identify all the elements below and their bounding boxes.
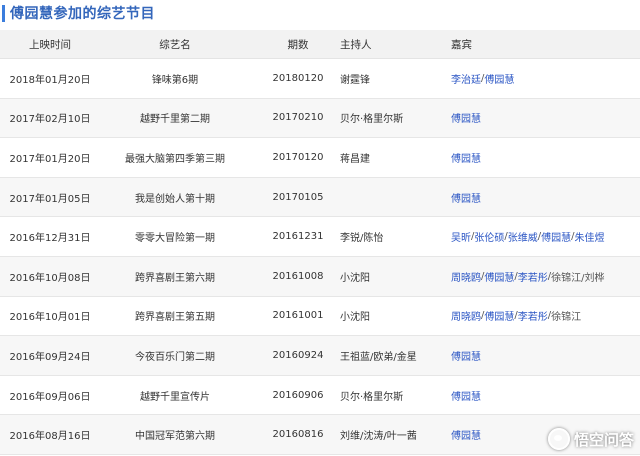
guest-link[interactable]: 傅园慧 [451, 427, 481, 442]
cell-host: 贝尔·格里尔斯 [340, 114, 404, 126]
header-host: 主持人 [340, 38, 372, 51]
cell-host: 王祖蓝/欧弟/金星 [340, 351, 417, 363]
guest-link[interactable]: 傅园慧 [484, 308, 514, 323]
table-row: 2017年01月05日 我是创始人第十期 20170105 傅园慧 [0, 177, 640, 218]
cell-guests: 李治廷 / 傅园慧 [451, 59, 640, 98]
cell-host: 谢霆锋 [340, 74, 370, 86]
cell-host: 贝尔·格里尔斯 [340, 391, 404, 403]
guest-link[interactable]: 李若彤 [518, 269, 548, 284]
table-body: 2018年01月20日 锋味第6期 20180120 谢霆锋 李治廷 / 傅园慧 2017年0… [0, 59, 640, 455]
cell-episode: 20160924 [272, 349, 324, 361]
cell-episode: 20161001 [272, 310, 324, 322]
cell-date: 2016年12月31日 [9, 233, 91, 245]
cell-episode: 20170210 [272, 112, 324, 124]
cell-episode: 20170105 [272, 191, 324, 203]
guest-link[interactable]: 傅园慧 [451, 150, 481, 165]
guest-link[interactable]: 李治廷 [451, 71, 481, 86]
cell-date: 2018年01月20日 [9, 74, 91, 86]
cell-guests: 傅园慧 [451, 336, 640, 375]
cell-episode: 20180120 [272, 72, 324, 84]
cell-date: 2016年08月16日 [9, 431, 91, 443]
cell-date: 2016年09月06日 [9, 391, 91, 403]
guest-link[interactable]: 傅园慧 [451, 110, 481, 125]
cell-show: 零零大冒险第一期 [135, 233, 215, 245]
guest-link[interactable]: 傅园慧 [451, 190, 481, 205]
table-row: 2016年10月01日 跨界喜剧王第五期 20161001 小沈阳 周晓鸥 / 傅园慧 / 李若… [0, 297, 640, 337]
cell-host [340, 178, 440, 217]
cell-guests: 周晓鸥 / 傅园慧 / 李若彤 / 徐锦江/刘桦 [451, 257, 640, 296]
cell-host: 蒋昌建 [340, 153, 370, 165]
table-row: 2016年09月06日 越野千里宣传片 20160906 贝尔·格里尔斯 傅园慧 [0, 376, 640, 416]
guest-link[interactable]: 吴昕 [451, 229, 471, 244]
table-row: 2016年10月08日 跨界喜剧王第六期 20161008 小沈阳 周晓鸥 / 傅园慧 / 李若… [0, 256, 640, 297]
cell-show: 越野千里宣传片 [140, 391, 210, 403]
table-row: 2017年02月10日 越野千里第二期 20170210 贝尔·格里尔斯 傅园慧 [0, 98, 640, 139]
page-title: 傅园慧参加的综艺节目 [10, 6, 155, 22]
table-row: 2016年12月31日 零零大冒险第一期 20161231 李锐/陈怡 吴昕 / 张伦硕 / 张… [0, 217, 640, 257]
cell-date: 2016年10月08日 [9, 272, 91, 284]
guest-link[interactable]: 傅园慧 [541, 229, 571, 244]
watermark: 悟空问答 [547, 428, 634, 450]
table-header: 上映时间 综艺名 期数 主持人 嘉宾 [0, 30, 640, 59]
wukong-logo-icon [547, 428, 570, 450]
guest-link[interactable]: 李若彤 [518, 308, 548, 323]
cell-show: 越野千里第二期 [140, 114, 210, 126]
cell-date: 2017年01月05日 [9, 193, 91, 205]
cell-date: 2017年02月10日 [9, 114, 91, 126]
guest-link[interactable]: 张维威 [508, 229, 538, 244]
cell-date: 2016年10月01日 [9, 312, 91, 324]
cell-guests: 傅园慧 [451, 178, 640, 217]
cell-episode: 20161008 [272, 270, 324, 282]
cell-host: 小沈阳 [340, 272, 370, 284]
table-row: 2017年01月20日 最强大脑第四季第三期 20170120 蒋昌建 傅园慧 [0, 138, 640, 178]
header-episode: 期数 [287, 38, 309, 51]
cell-date: 2016年09月24日 [9, 351, 91, 363]
guest-link[interactable]: 张伦硕 [474, 229, 504, 244]
guest-link[interactable]: 朱佳煜 [575, 229, 605, 244]
guest-plain-text: 徐锦江 [551, 312, 582, 324]
cell-guests: 傅园慧 [451, 376, 640, 415]
cell-show: 最强大脑第四季第三期 [125, 153, 225, 165]
cell-show: 我是创始人第十期 [135, 193, 215, 205]
cell-guests: 傅园慧 [451, 138, 640, 177]
guest-link[interactable]: 傅园慧 [451, 348, 481, 363]
header-date: 上映时间 [29, 38, 71, 51]
table-row: 2016年09月24日 今夜百乐门第二期 20160924 王祖蓝/欧弟/金星 傅园慧 [0, 336, 640, 376]
table-row: 2018年01月20日 锋味第6期 20180120 谢霆锋 李治廷 / 傅园慧 [0, 59, 640, 99]
guest-link[interactable]: 周晓鸥 [451, 269, 481, 284]
cell-episode: 20160906 [272, 389, 324, 401]
watermark-text: 悟空问答 [573, 430, 634, 449]
variety-show-table: 上映时间 综艺名 期数 主持人 嘉宾 2018年01月20日 锋味第6期 20180… [0, 30, 640, 455]
guest-plain-text: 徐锦江/刘桦 [551, 272, 605, 284]
guest-link[interactable]: 傅园慧 [484, 71, 514, 86]
title-accent-bar [2, 4, 5, 22]
cell-host: 刘维/沈涛/叶一茜 [340, 431, 417, 443]
cell-host: 小沈阳 [340, 312, 370, 324]
header-guests: 嘉宾 [451, 38, 472, 51]
cell-show: 锋味第6期 [151, 74, 199, 86]
guest-link[interactable]: 傅园慧 [484, 269, 514, 284]
cell-show: 跨界喜剧王第六期 [135, 272, 215, 284]
cell-guests: 傅园慧 [451, 99, 640, 138]
cell-show: 中国冠军范第六期 [135, 431, 215, 443]
cell-episode: 20170120 [272, 151, 324, 163]
table-row: 2016年08月16日 中国冠军范第六期 20160816 刘维/沈涛/叶一茜 傅园慧 [0, 415, 640, 455]
cell-guests: 吴昕 / 张伦硕 / 张维威 / 傅园慧 / 朱佳煜 [451, 217, 640, 256]
cell-episode: 20161231 [272, 231, 324, 243]
cell-show: 跨界喜剧王第五期 [135, 312, 215, 324]
guest-link[interactable]: 傅园慧 [451, 388, 481, 403]
cell-episode: 20160816 [272, 429, 324, 441]
cell-host: 李锐/陈怡 [340, 233, 384, 245]
cell-date: 2017年01月20日 [9, 153, 91, 165]
cell-guests: 周晓鸥 / 傅园慧 / 李若彤 / 徐锦江 [451, 297, 640, 336]
guest-link[interactable]: 周晓鸥 [451, 308, 481, 323]
cell-show: 今夜百乐门第二期 [135, 351, 215, 363]
header-show: 综艺名 [159, 38, 191, 51]
section-header: 傅园慧参加的综艺节目 [0, 0, 640, 26]
